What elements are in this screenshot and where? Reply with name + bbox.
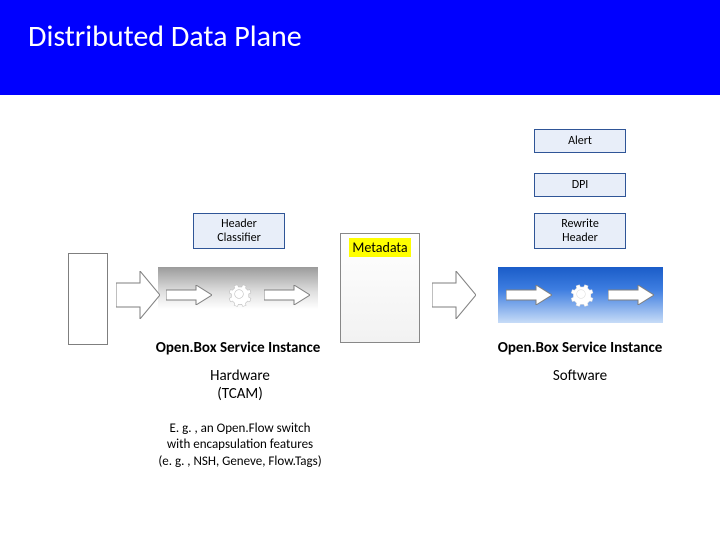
page-title: Distributed Data Plane bbox=[28, 18, 692, 55]
arrow-icon bbox=[264, 285, 310, 305]
dpi-block: DPI bbox=[534, 173, 626, 197]
arrow-icon bbox=[506, 285, 552, 305]
left-hw-box bbox=[158, 267, 318, 323]
left-caption: Open.Box Service Instance bbox=[104, 339, 372, 357]
right-type: Software bbox=[490, 367, 670, 385]
left-type: Hardware (TCAM) bbox=[150, 367, 330, 403]
header-classifier-block: Header Classifier bbox=[193, 213, 285, 249]
big-arrow-icon bbox=[116, 271, 160, 319]
title-bar: Distributed Data Plane bbox=[0, 0, 720, 95]
left-note: E. g. , an Open.Flow switch with encapsu… bbox=[110, 421, 370, 470]
right-caption: Open.Box Service Instance bbox=[450, 339, 710, 357]
right-sw-box bbox=[498, 267, 663, 323]
metadata-label: Metadata bbox=[349, 238, 410, 257]
gear-icon bbox=[568, 281, 594, 307]
left-input-packet bbox=[68, 253, 108, 345]
diagram-canvas: Alert DPI Rewrite Header Header Classifi… bbox=[0, 95, 720, 525]
rewrite-header-block: Rewrite Header bbox=[534, 213, 626, 249]
alert-block: Alert bbox=[534, 129, 626, 153]
arrow-icon bbox=[608, 285, 654, 305]
big-arrow-icon bbox=[432, 271, 476, 319]
metadata-box: Metadata bbox=[340, 233, 420, 343]
arrow-icon bbox=[166, 285, 212, 305]
gear-icon bbox=[226, 281, 252, 307]
